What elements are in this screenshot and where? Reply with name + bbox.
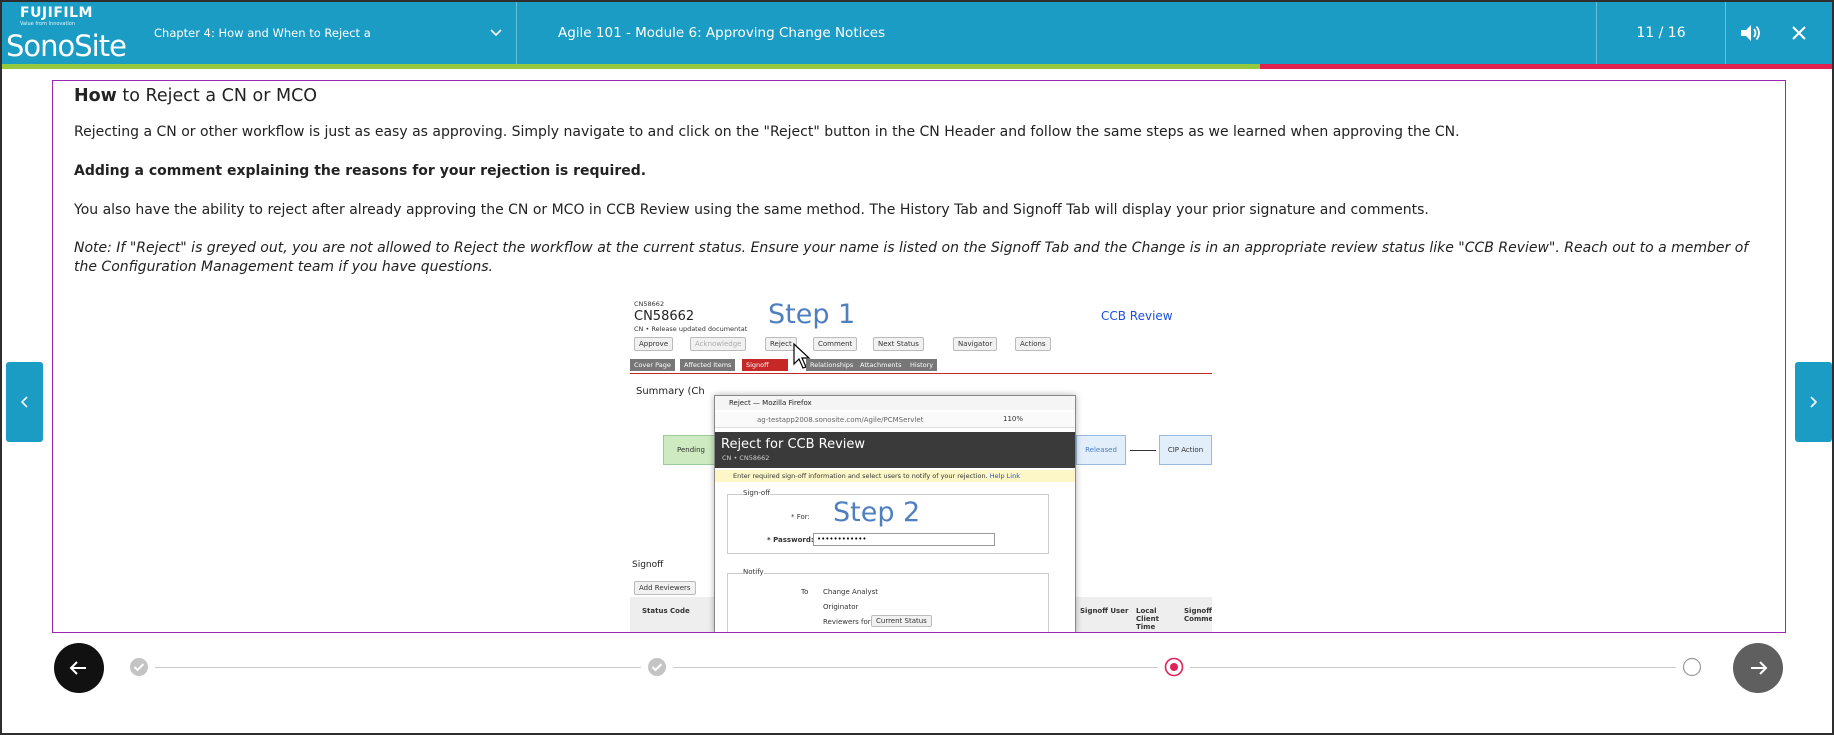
shot-dialog-info-text: Enter required sign-off information and …: [733, 472, 988, 480]
timeline-node-current-icon[interactable]: [1164, 657, 1184, 677]
logo-company: FUJIFILM: [20, 5, 93, 21]
shot-approve-button: Approve: [634, 337, 674, 351]
chapter-label: Chapter 4: How and When to Reject a: [154, 26, 371, 40]
shot-wf-cip: CIP Action: [1159, 435, 1212, 465]
shot-tab-relationships: Relationships: [806, 359, 858, 371]
shot-col-status: Status Code: [642, 607, 690, 615]
shot-opt-change-analyst: Change Analyst: [823, 588, 879, 596]
shot-cn-number: CN58662: [634, 309, 695, 324]
shot-notify-group-label: Notify: [743, 568, 764, 576]
forward-button[interactable]: [1733, 643, 1783, 693]
chevron-left-icon: [20, 396, 28, 408]
shot-to-label: To: [801, 588, 809, 596]
timeline-segment: [1190, 667, 1676, 668]
shot-dialog-header: Reject for CCB Review CN • CN58662: [715, 432, 1075, 468]
lesson-content: How to Reject a CN or MCO Rejecting a CN…: [52, 80, 1786, 633]
shot-tab-cover: Cover Page: [630, 359, 675, 371]
paragraph-reject-after-approve: You also have the ability to reject afte…: [74, 202, 1429, 218]
shot-wf-arrow: [1130, 450, 1156, 451]
shot-col-user: Signoff User: [1080, 607, 1129, 615]
shot-status: CCB Review: [1101, 309, 1173, 323]
title-rest: to Reject a CN or MCO: [116, 86, 318, 106]
chapter-dropdown[interactable]: Chapter 4: How and When to Reject a: [132, 2, 517, 64]
shot-acknowledge-button: Acknowledge: [690, 337, 747, 351]
shot-comment-button: Comment: [813, 337, 858, 351]
paragraph-reject-intro: Rejecting a CN or other workflow is just…: [74, 124, 1460, 140]
shot-cn-desc: CN • Release updated documentat: [634, 325, 748, 333]
shot-tab-divider: [630, 373, 1212, 374]
shot-for-label: * For:: [791, 513, 810, 521]
logo: FUJIFILM Value from Innovation SonoSite: [6, 4, 127, 63]
shot-wf-released: Released: [1076, 435, 1126, 465]
shot-tab-history: History: [906, 359, 938, 371]
paragraph-comment-required: Adding a comment explaining the reasons …: [74, 163, 647, 179]
shot-tab-signoff: Signoff: [742, 359, 788, 371]
shot-tab-attachments: Attachments: [856, 359, 906, 371]
shot-wf-pending: Pending: [663, 435, 719, 465]
shot-col-comments: Signoff Comme: [1184, 607, 1212, 623]
paragraph-note: Note: If "Reject" is greyed out, you are…: [74, 240, 1749, 275]
chevron-down-icon: [490, 29, 502, 37]
shot-dialog-subtitle: CN • CN58662: [722, 454, 770, 462]
shot-add-reviewers: Add Reviewers: [634, 581, 696, 595]
shot-col-local: Local Client Time: [1136, 607, 1160, 631]
progress-fill: [2, 64, 1261, 69]
shot-actions-button: Actions: [1015, 337, 1051, 351]
shot-password-label: * Password:: [767, 536, 814, 544]
shot-signoff-label: Signoff: [632, 560, 664, 570]
player-frame: FUJIFILM Value from Innovation SonoSite …: [0, 0, 1834, 735]
page-counter: 11 / 16: [1596, 2, 1726, 64]
shot-opt-originator: Originator: [823, 603, 859, 611]
module-title: Agile 101 - Module 6: Approving Change N…: [558, 25, 886, 41]
volume-icon[interactable]: [1737, 20, 1763, 46]
shot-dialog-zoom: 110%: [1003, 415, 1024, 423]
shot-dialog-info: Enter required sign-off information and …: [715, 470, 1075, 482]
top-bar: FUJIFILM Value from Innovation SonoSite …: [2, 2, 1832, 64]
timeline-node-pending-icon[interactable]: [1682, 657, 1702, 677]
timeline-node-complete-check-icon[interactable]: [647, 657, 667, 677]
shot-dialog-title: Reject for CCB Review: [721, 437, 866, 452]
shot-opt-reviewers: Reviewers for: [823, 618, 871, 626]
title-bold: How: [74, 86, 117, 106]
timeline-segment: [672, 667, 1159, 668]
arrow-left-icon: [69, 661, 86, 675]
step2-label: Step 2: [833, 497, 921, 528]
page-title: How to Reject a CN or MCO: [74, 86, 317, 106]
timeline-node-complete-check-icon[interactable]: [129, 657, 149, 677]
shot-password-field: ••••••••••••: [813, 533, 995, 546]
logo-product: SonoSite: [6, 29, 127, 63]
previous-page-button[interactable]: [6, 362, 43, 442]
next-page-button[interactable]: [1795, 362, 1832, 442]
shot-summary: Summary (Ch: [636, 386, 705, 397]
reject-screenshot-image: CN58662 CN58662 CN • Release updated doc…: [630, 298, 1212, 632]
logo-tagline: Value from Innovation: [20, 21, 76, 27]
shot-next-status-button: Next Status: [873, 337, 924, 351]
shot-signoff-group-label: Sign-off: [743, 489, 771, 497]
back-button[interactable]: [54, 643, 104, 693]
shot-navigator-button: Navigator: [953, 337, 998, 351]
step1-label: Step 1: [768, 299, 856, 330]
timeline-segment: [155, 667, 641, 668]
chevron-right-icon: [1810, 396, 1818, 408]
shot-tab-affected: Affected Items: [680, 359, 736, 371]
close-icon[interactable]: [1787, 21, 1811, 45]
progress-bar: [2, 64, 1832, 69]
shot-current-status: Current Status: [871, 615, 932, 627]
shot-reject-dialog: Reject — Mozilla Firefox ag-testapp2008.…: [714, 395, 1076, 632]
shot-dialog-help-link: Help Link: [989, 472, 1020, 480]
shot-dialog-titlebar: Reject — Mozilla Firefox: [715, 396, 1075, 410]
shot-cn-small: CN58662: [634, 300, 665, 308]
arrow-right-icon: [1751, 661, 1768, 675]
